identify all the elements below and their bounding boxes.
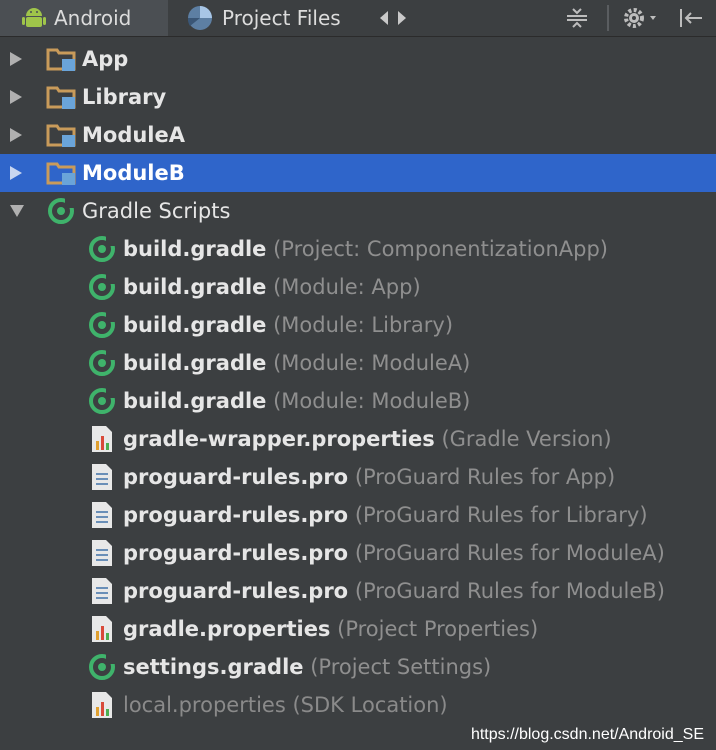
module-folder-icon [46, 116, 78, 154]
properties-icon [90, 686, 114, 724]
file-name: build.gradle [123, 313, 267, 337]
file-name: gradle-wrapper.properties [123, 427, 435, 451]
tree-item-library[interactable]: Library [0, 78, 716, 116]
text-file-icon [90, 458, 114, 496]
file-hint: (Gradle Version) [441, 427, 612, 451]
tree-file-row[interactable]: proguard-rules.pro (ProGuard Rules for L… [0, 496, 716, 534]
tree-file-row[interactable]: build.gradle (Module: Library) [0, 306, 716, 344]
android-icon [22, 5, 46, 31]
file-hint: (ProGuard Rules for Library) [354, 503, 648, 527]
tree-file-row[interactable]: proguard-rules.pro (ProGuard Rules for M… [0, 572, 716, 610]
gradle-icon [46, 192, 76, 230]
tree-item-gradle-scripts[interactable]: Gradle Scripts [0, 192, 716, 230]
tree-item-app[interactable]: App [0, 40, 716, 78]
file-name: proguard-rules.pro [123, 579, 349, 603]
file-name: gradle.properties [123, 617, 331, 641]
tree-item-modulea[interactable]: ModuleA [0, 116, 716, 154]
project-files-icon [186, 4, 214, 32]
file-hint: (Module: ModuleA) [273, 351, 471, 375]
text-file-icon [90, 496, 114, 534]
project-view-toolbar: Android Project Files [0, 0, 716, 37]
gradle-icon [87, 268, 117, 306]
toolbar-divider [607, 0, 609, 36]
expand-arrow-icon[interactable] [9, 40, 25, 78]
properties-icon [90, 610, 114, 648]
file-name: local.properties [123, 693, 286, 717]
expand-arrow-icon[interactable] [9, 116, 25, 154]
tree-file-row[interactable]: gradle.properties (Project Properties) [0, 610, 716, 648]
tree-file-row[interactable]: proguard-rules.pro (ProGuard Rules for A… [0, 458, 716, 496]
file-hint: (Project: ComponentizationApp) [273, 237, 608, 261]
tab-project-files-label: Project Files [222, 6, 341, 30]
file-name: build.gradle [123, 275, 267, 299]
file-name: build.gradle [123, 389, 267, 413]
tab-project-files[interactable]: Project Files [186, 0, 341, 36]
module-folder-icon [46, 40, 78, 78]
tree-item-label: App [82, 47, 129, 71]
collapse-all-icon[interactable] [565, 0, 589, 36]
tree-item-label: Gradle Scripts [82, 199, 231, 223]
expand-arrow-icon[interactable] [9, 78, 25, 116]
switch-view-icon[interactable] [378, 0, 408, 36]
tree-item-label: Library [82, 85, 167, 109]
file-name: proguard-rules.pro [123, 465, 349, 489]
file-name: proguard-rules.pro [123, 503, 349, 527]
text-file-icon [90, 534, 114, 572]
file-hint: (ProGuard Rules for ModuleA) [354, 541, 665, 565]
tree-item-label: ModuleB [82, 161, 185, 185]
file-name: build.gradle [123, 351, 267, 375]
tree-file-row[interactable]: settings.gradle (Project Settings) [0, 648, 716, 686]
tab-android-label: Android [54, 6, 132, 30]
tree-file-row[interactable]: build.gradle (Module: App) [0, 268, 716, 306]
file-name: settings.gradle [123, 655, 304, 679]
gradle-icon [87, 306, 117, 344]
file-hint: (Module: Library) [273, 313, 454, 337]
tree-file-row[interactable]: proguard-rules.pro (ProGuard Rules for M… [0, 534, 716, 572]
gradle-icon [87, 648, 117, 686]
file-hint: (SDK Location) [292, 693, 448, 717]
gradle-icon [87, 382, 117, 420]
tree-file-row[interactable]: gradle-wrapper.properties (Gradle Versio… [0, 420, 716, 458]
module-folder-icon [46, 78, 78, 116]
tree-item-label: ModuleA [82, 123, 186, 147]
file-hint: (Module: ModuleB) [273, 389, 471, 413]
expand-arrow-icon[interactable] [9, 154, 25, 192]
watermark: https://blog.csdn.net/Android_SE [470, 726, 704, 743]
file-hint: (Module: App) [273, 275, 421, 299]
tree-file-row[interactable]: build.gradle (Module: ModuleB) [0, 382, 716, 420]
file-hint: (ProGuard Rules for ModuleB) [354, 579, 665, 603]
file-hint: (Project Properties) [337, 617, 539, 641]
file-hint: (ProGuard Rules for App) [354, 465, 616, 489]
gear-icon[interactable] [622, 0, 658, 36]
file-hint: (Project Settings) [310, 655, 492, 679]
tree-file-row[interactable]: build.gradle (Module: ModuleA) [0, 344, 716, 382]
collapse-arrow-icon[interactable] [9, 192, 25, 230]
gradle-icon [87, 230, 117, 268]
file-name: proguard-rules.pro [123, 541, 349, 565]
hide-panel-icon[interactable] [678, 0, 704, 36]
tree-item-moduleb[interactable]: ModuleB [0, 154, 716, 192]
tree-file-row[interactable]: build.gradle (Project: ComponentizationA… [0, 230, 716, 268]
gradle-icon [87, 344, 117, 382]
file-name: build.gradle [123, 237, 267, 261]
text-file-icon [90, 572, 114, 610]
properties-icon [90, 420, 114, 458]
tree-file-row[interactable]: local.properties (SDK Location) [0, 686, 716, 724]
tab-android[interactable]: Android [0, 0, 168, 36]
module-folder-icon [46, 154, 78, 192]
